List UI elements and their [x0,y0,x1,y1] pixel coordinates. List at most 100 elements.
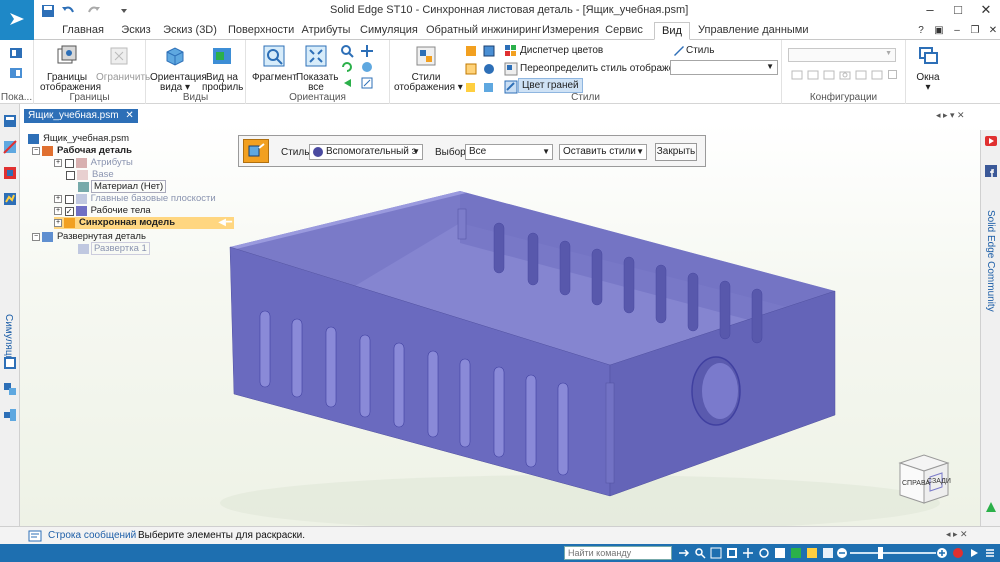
minimize-ribbon-icon[interactable]: – [950,24,964,38]
sensor-icon[interactable] [3,356,17,370]
facebook-icon[interactable] [984,164,998,178]
tab-view[interactable]: Вид [654,22,690,40]
rotate-icon[interactable] [340,60,354,74]
zoom-in-icon[interactable] [936,547,948,559]
shaded-edges-icon[interactable] [482,44,496,58]
zoom-area-status-icon[interactable] [710,547,722,559]
style-status-icon[interactable] [806,547,818,559]
app-logo[interactable] [0,0,34,40]
ribbon-options-icon[interactable]: ▣ [932,24,946,38]
simulation-icon[interactable] [3,192,17,206]
restore-doc-icon[interactable]: ❐ [968,24,982,38]
tree-item-root[interactable]: Ящик_учебная.psm [26,133,131,145]
help-icon[interactable]: ? [914,24,928,38]
wireframe-icon[interactable] [464,62,478,76]
view-profile-button[interactable]: Вид на профиль [202,44,243,93]
collapse-icon[interactable]: − [32,147,40,155]
style-select[interactable]: ▼ [670,60,778,75]
expand-icon[interactable]: + [54,207,62,215]
expand-icon[interactable]: + [54,195,62,203]
zoom-slider-handle[interactable] [878,547,883,559]
arrow-right-icon[interactable] [678,547,690,559]
close-command-button[interactable]: Закрыть [655,143,697,161]
keep-styles-dropdown[interactable]: Оставить стили ▼ [559,144,647,160]
prompt-bar-controls[interactable]: ◂ ▸ ✕ [946,529,968,540]
document-tab[interactable]: Ящик_учебная.psm ✕ [24,109,138,123]
tab-attributes[interactable]: Атрибуты [300,22,352,40]
tab-data-management[interactable]: Управление данными [698,22,809,40]
grid-status-icon[interactable] [822,547,834,559]
display-boundaries-button[interactable]: Границы отображения [40,44,101,93]
redo-icon[interactable] [86,3,102,19]
zoom-icon[interactable] [340,44,354,58]
visibility-checkbox[interactable] [64,194,74,204]
pathfinder-icon[interactable] [3,114,17,128]
style-dropdown[interactable]: Вспомогательный э ▼ [309,144,423,160]
sketch-view-icon[interactable] [360,76,374,90]
windows-button[interactable]: Окна ▾ [910,44,946,93]
close-window-button[interactable]: ✕ [972,0,1000,22]
selection-dropdown[interactable]: Все ▼ [465,144,553,160]
family-icon[interactable] [3,382,17,396]
tab-surfaces[interactable]: Поверхности [228,22,294,40]
play-icon[interactable] [968,547,980,559]
tree-item-work-part[interactable]: − Рабочая деталь [32,145,134,157]
visibility-checkbox[interactable] [64,158,74,168]
reuse-icon[interactable] [3,408,17,422]
zoom-area-button[interactable]: Фрагмент [252,44,297,83]
tree-item-attributes[interactable]: + Атрибуты [54,157,135,169]
youtube-icon[interactable] [984,134,998,148]
minimize-button[interactable]: – [916,0,944,22]
config-copy-icon[interactable] [822,68,836,82]
layers-icon[interactable] [3,140,17,154]
tab-simulation[interactable]: Симуляция [360,22,418,40]
close-doc-icon[interactable]: ✕ [986,24,1000,38]
tree-item-bodies[interactable]: + ✓ Рабочие тела [54,205,153,217]
shaded-icon[interactable] [464,44,478,58]
feature-library-icon[interactable] [3,166,17,180]
face-color-button[interactable]: Цвет граней [518,78,583,93]
config-camera-icon[interactable] [838,68,852,82]
limit-button[interactable]: Ограничить [96,44,150,83]
tree-item-material[interactable]: Материал (Нет) [76,180,167,193]
face-paint-mode-button[interactable] [243,139,269,163]
view-orientation-button[interactable]: Ориентация вида ▾ [150,44,207,93]
zoom-out-icon[interactable] [836,547,848,559]
tree-item-sync-model[interactable]: + Синхронная модель ◀━ [54,217,234,229]
config-save-icon[interactable] [790,68,804,82]
config-open-icon[interactable] [806,68,820,82]
configuration-select[interactable]: ▼ [788,48,896,62]
tab-home[interactable]: Главная [58,22,108,40]
maximize-button[interactable]: □ [944,0,972,22]
visibility-checkbox[interactable] [66,170,75,180]
undo-icon[interactable] [60,3,76,19]
override-style-icon[interactable] [504,62,518,76]
override-display-style-button[interactable]: Переопределить стиль отображения [520,63,691,74]
fit-status-icon[interactable] [726,547,738,559]
tab-nav-icons[interactable]: ◂ ▸ ▾ ✕ [936,110,965,121]
color-manager-icon[interactable] [504,44,518,58]
tree-item-flat1[interactable]: Развертка 1 [76,242,150,255]
fit-all-button[interactable]: Показать все [296,44,339,93]
config-view-icon[interactable] [854,68,868,82]
pan-status-icon[interactable] [742,547,754,559]
view-cube[interactable]: СПРАВА СЗАДИ [890,447,960,510]
sphere-icon[interactable] [482,62,496,76]
community-panel-tab[interactable]: Solid Edge Community [985,210,996,312]
color-manager-button[interactable]: Диспетчер цветов [520,45,603,56]
tree-item-planes[interactable]: + Главные базовые плоскости [54,193,218,205]
tab-sketch-3d[interactable]: Эскиз (3D) [162,22,218,40]
view-status-icon[interactable] [774,547,786,559]
graphics-window[interactable]: Ящик_учебная.psm − Рабочая деталь + Атриб… [20,123,980,526]
message-bar-label[interactable]: Строка сообщений [48,530,136,541]
config-box-icon[interactable] [870,68,884,82]
show-pane-icon[interactable] [9,46,23,60]
config-checkbox[interactable] [888,70,897,79]
visibility-checkbox[interactable]: ✓ [64,206,74,216]
collapse-icon[interactable]: − [32,233,40,241]
zoom-slider[interactable] [850,552,936,554]
customize-qat-icon[interactable] [116,3,132,19]
spin-icon[interactable] [360,60,374,74]
menu-icon[interactable] [984,547,996,559]
community-up-icon[interactable] [984,500,998,514]
